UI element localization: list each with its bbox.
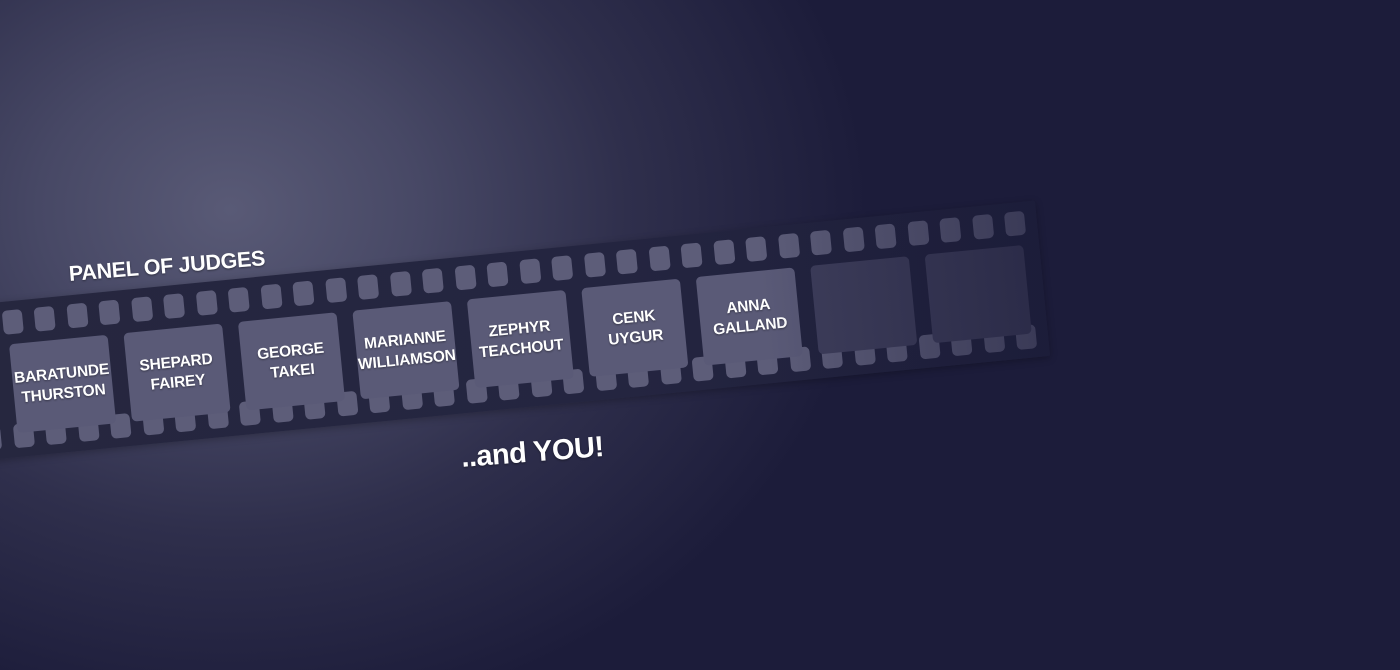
sprocket-hole <box>906 220 930 247</box>
sprocket-hole <box>98 299 121 326</box>
judge-name: ZEPHYR TEACHOUT <box>476 315 564 363</box>
sprocket-hole <box>195 290 218 316</box>
sprocket-hole <box>0 425 3 452</box>
empty-frame <box>810 256 918 355</box>
sprocket-hole <box>292 280 315 307</box>
sprocket-hole <box>33 305 56 332</box>
judge-name: CENK UYGUR <box>606 305 665 350</box>
judge-name: SHEPARD FAIREY <box>139 349 216 396</box>
sprocket-hole <box>486 261 509 288</box>
sprocket-hole <box>356 274 380 301</box>
sprocket-hole <box>745 236 768 262</box>
sprocket-hole <box>777 232 800 259</box>
sprocket-hole <box>615 248 638 275</box>
sprocket-hole <box>389 270 412 297</box>
empty-frame <box>924 244 1032 344</box>
sprocket-hole <box>939 217 962 243</box>
sprocket-hole <box>259 283 283 310</box>
sprocket-hole <box>518 258 541 285</box>
sprocket-hole <box>551 255 574 281</box>
sprocket-hole <box>454 264 477 291</box>
judge-frame: BARATUNDE THURSTON <box>8 334 117 433</box>
sprocket-hole <box>583 251 606 278</box>
sprocket-hole <box>65 302 89 329</box>
sprocket-hole <box>1 309 24 335</box>
judge-frame: GEORGE TAKEI <box>237 312 346 411</box>
sprocket-hole <box>1003 210 1027 237</box>
judge-name: ANNA GALLAND <box>710 293 788 340</box>
judge-name: BARATUNDE THURSTON <box>13 359 112 408</box>
judge-name: GEORGE TAKEI <box>256 338 326 384</box>
sprocket-hole <box>680 242 703 269</box>
judge-frame: ANNA GALLAND <box>695 267 803 366</box>
sprocket-hole <box>162 293 186 320</box>
sprocket-hole <box>130 296 153 323</box>
sprocket-hole <box>809 229 833 256</box>
sprocket-hole <box>227 286 250 313</box>
judge-frame: CENK UYGUR <box>581 278 689 377</box>
sprocket-hole <box>712 239 736 266</box>
sprocket-hole <box>874 223 897 250</box>
sprocket-hole <box>648 245 671 272</box>
closing-text: ..and YOU! <box>460 431 605 474</box>
sprocket-hole <box>324 277 347 304</box>
judge-frame: SHEPARD FAIREY <box>123 323 231 422</box>
judge-frame: MARIANNE WILLIAMSON <box>352 301 460 400</box>
sprocket-hole <box>842 226 865 253</box>
sprocket-hole <box>971 213 994 240</box>
judge-name: MARIANNE WILLIAMSON <box>355 326 456 375</box>
film-strip: BARATUNDE THURSTON SHEPARD FAIREY GEORGE… <box>0 200 1051 462</box>
judge-frame: ZEPHYR TEACHOUT <box>466 289 574 389</box>
sprocket-hole <box>421 267 444 294</box>
